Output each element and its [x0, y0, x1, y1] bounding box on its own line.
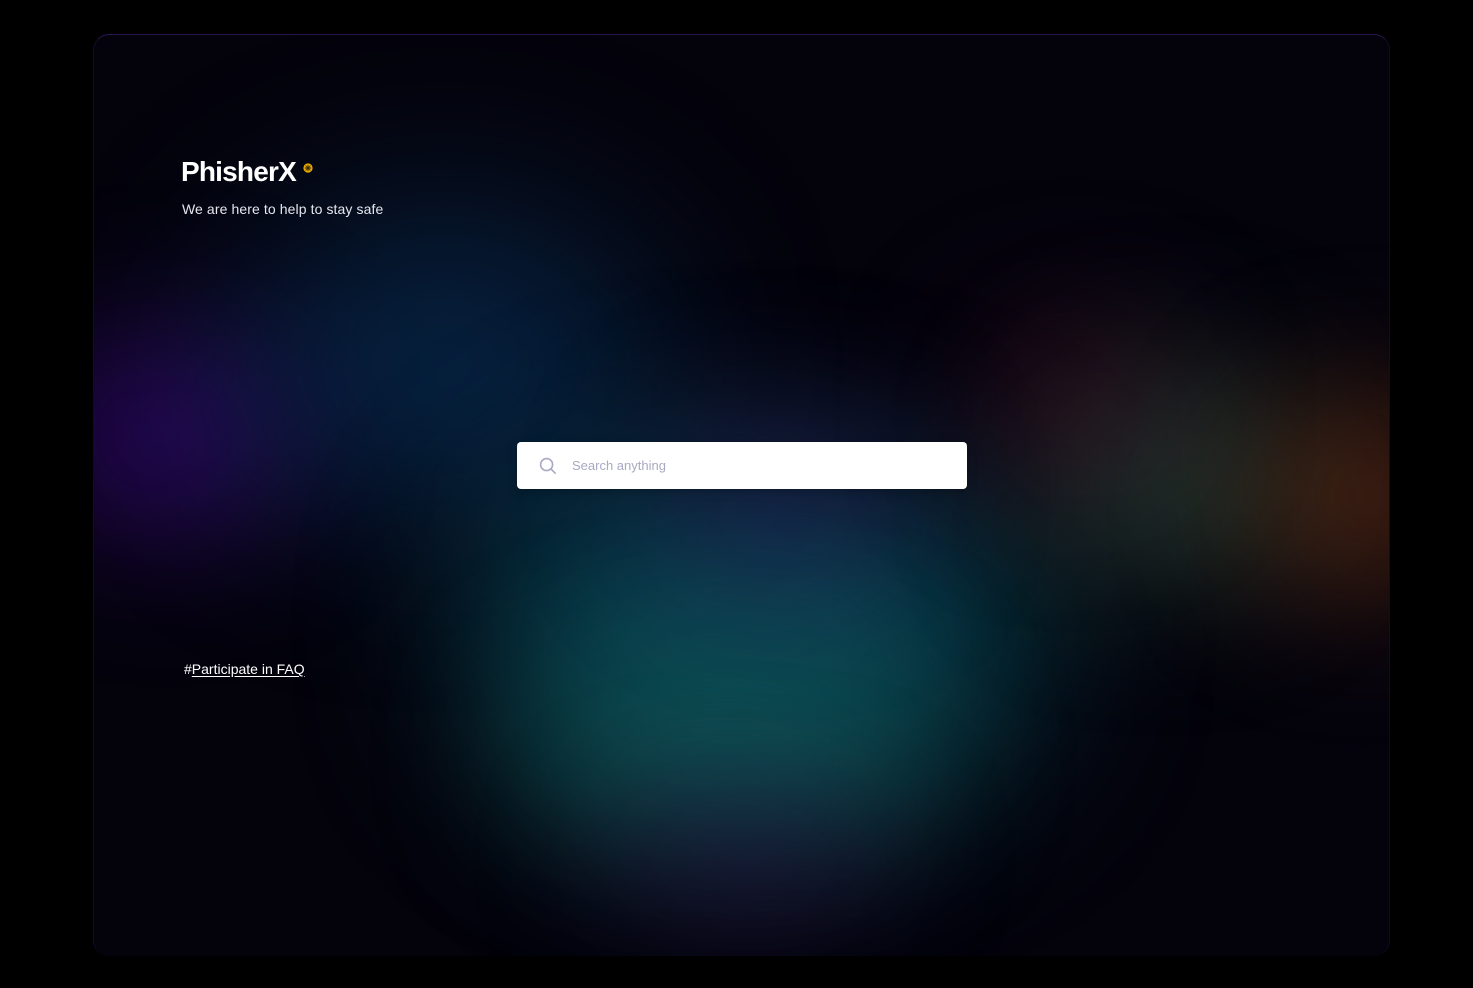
background-glow	[514, 655, 934, 855]
background-glow	[1254, 395, 1389, 595]
tagline: We are here to help to stay safe	[182, 201, 384, 217]
search-bar[interactable]	[517, 442, 967, 489]
search-icon	[539, 457, 557, 475]
background-glow	[1034, 365, 1294, 585]
background-glow	[594, 795, 894, 925]
background-glow	[654, 415, 914, 575]
background-glow	[974, 325, 1174, 485]
faq-link-container: #Participate in FAQ	[184, 661, 305, 677]
search-input[interactable]	[572, 458, 932, 473]
brand-logo: PhisherX	[181, 155, 313, 189]
faq-hash-prefix: #	[184, 661, 192, 677]
main-panel: PhisherX We are here to help to stay saf…	[93, 34, 1390, 956]
sparkle-badge-icon	[303, 160, 313, 173]
background-glow	[474, 455, 1034, 815]
brand-name: PhisherX	[181, 156, 297, 187]
background-glow	[94, 335, 294, 535]
participate-faq-link[interactable]: Participate in FAQ	[192, 661, 305, 677]
